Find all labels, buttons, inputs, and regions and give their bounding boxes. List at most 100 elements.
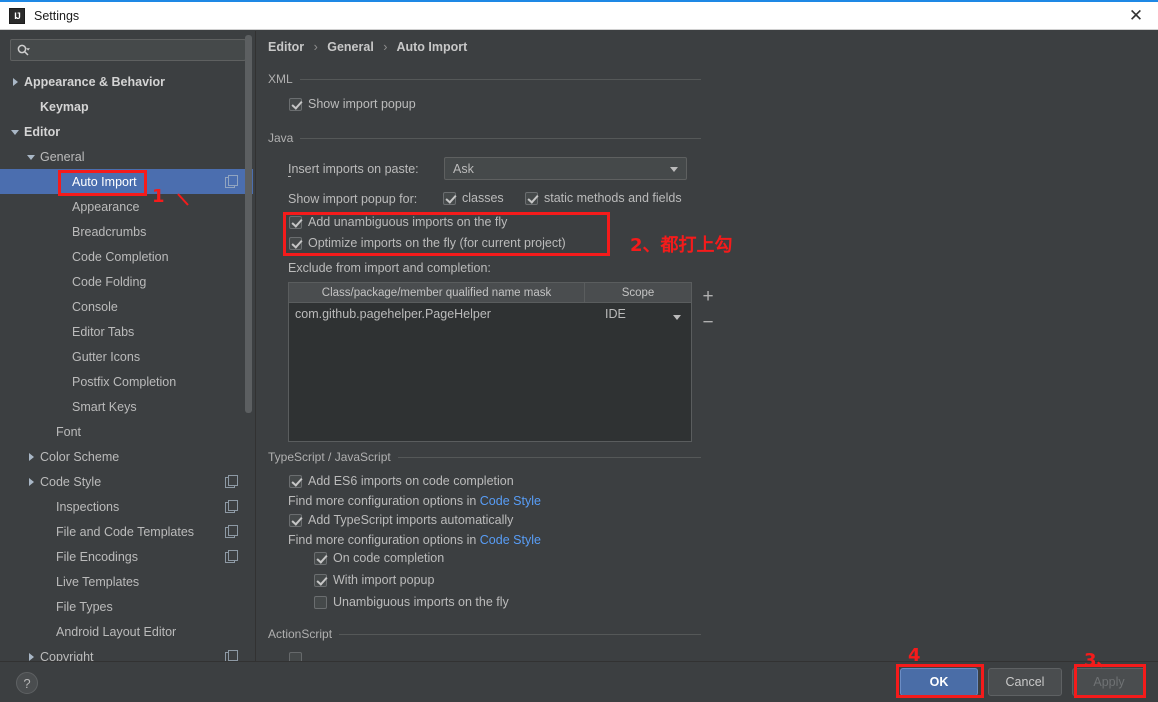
table-cell-scope-value: IDE [605, 307, 626, 321]
copy-settings-icon[interactable] [225, 525, 238, 538]
sidebar-item-file-types[interactable]: File Types [0, 594, 253, 619]
table-cell-scope[interactable]: IDE [585, 307, 691, 321]
table-header-scope[interactable]: Scope [585, 283, 691, 302]
chevron-down-icon[interactable] [10, 126, 22, 138]
ts-group-header: TypeScript / JavaScript [268, 450, 701, 464]
sidebar-item-file-encodings[interactable]: File Encodings [0, 544, 253, 569]
sidebar-item-label: Editor Tabs [72, 324, 135, 339]
sidebar-item-breadcrumbs[interactable]: Breadcrumbs [0, 219, 253, 244]
code-style-link-2[interactable]: Code Style [480, 533, 541, 547]
sidebar-item-appearance-behavior[interactable]: Appearance & Behavior [0, 69, 253, 94]
copy-settings-icon[interactable] [225, 550, 238, 563]
insert-imports-value: Ask [453, 161, 474, 176]
sidebar-item-label: Color Scheme [40, 449, 120, 464]
actionscript-group-title: ActionScript [268, 627, 333, 641]
remove-row-button[interactable]: − [698, 310, 718, 336]
breadcrumb-auto-import[interactable]: Auto Import [396, 40, 467, 54]
breadcrumb-general[interactable]: General [327, 40, 374, 54]
xml-group-rule [299, 78, 701, 80]
sidebar-item-code-completion[interactable]: Code Completion [0, 244, 253, 269]
table-buttons: + − [698, 284, 720, 336]
checkbox-icon [314, 595, 327, 609]
ok-button[interactable]: OK [900, 668, 978, 696]
sidebar-item-label: Android Layout Editor [56, 624, 177, 639]
chevron-right-icon[interactable] [26, 651, 38, 662]
chevron-down-icon[interactable] [673, 315, 681, 320]
exclude-table[interactable]: Class/package/member qualified name mask… [288, 282, 692, 442]
add-row-button[interactable]: + [698, 284, 718, 310]
breadcrumb: Editor › General › Auto Import [268, 40, 467, 54]
breadcrumb-separator-1: › [313, 40, 318, 54]
insert-imports-combobox[interactable]: Ask [444, 157, 687, 180]
table-cell-mask[interactable]: com.github.pagehelper.PageHelper [289, 307, 585, 321]
checkbox-icon [314, 551, 327, 565]
sidebar-item-gutter-icons[interactable]: Gutter Icons [0, 344, 253, 369]
sidebar-item-postfix-completion[interactable]: Postfix Completion [0, 369, 253, 394]
search-input[interactable] [35, 43, 225, 57]
sidebar-item-label: Smart Keys [72, 399, 137, 414]
chevron-right-icon[interactable] [10, 76, 22, 88]
table-body[interactable]: com.github.pagehelper.PageHelper IDE [289, 303, 691, 441]
sidebar-item-console[interactable]: Console [0, 294, 253, 319]
sidebar-item-font[interactable]: Font [0, 419, 253, 444]
sidebar-item-general[interactable]: General [0, 144, 253, 169]
copy-settings-icon[interactable] [225, 475, 238, 488]
unambiguous-imports-fly-checkbox[interactable]: Unambiguous imports on the fly [314, 595, 509, 609]
table-header-row: Class/package/member qualified name mask… [289, 283, 691, 303]
add-es6-imports-checkbox[interactable]: Add ES6 imports on code completion [289, 474, 514, 488]
add-es6-imports-label: Add ES6 imports on code completion [308, 474, 514, 488]
close-icon[interactable]: ✕ [1114, 2, 1158, 30]
sidebar-item-appearance[interactable]: Appearance [0, 194, 253, 219]
code-style-link-1[interactable]: Code Style [480, 494, 541, 508]
optimize-imports-checkbox[interactable]: Optimize imports on the fly (for current… [289, 236, 566, 250]
chevron-right-icon[interactable] [26, 451, 38, 463]
insert-imports-label-text: nsert imports on paste: [291, 162, 419, 176]
sidebar-item-live-templates[interactable]: Live Templates [0, 569, 253, 594]
checkbox-icon [443, 191, 456, 205]
copy-settings-icon[interactable] [225, 650, 238, 661]
breadcrumb-editor[interactable]: Editor [268, 40, 304, 54]
add-typescript-imports-label: Add TypeScript imports automatically [308, 513, 514, 527]
chevron-down-icon[interactable] [26, 151, 38, 163]
copy-settings-icon[interactable] [225, 500, 238, 513]
sidebar-item-keymap[interactable]: Keymap [0, 94, 253, 119]
sidebar-item-editor[interactable]: Editor [0, 119, 253, 144]
on-code-completion-checkbox[interactable]: On code completion [314, 551, 444, 565]
with-import-popup-checkbox[interactable]: With import popup [314, 573, 434, 587]
java-group-header: Java [268, 131, 701, 145]
table-row[interactable]: com.github.pagehelper.PageHelper IDE [289, 303, 691, 325]
add-typescript-imports-checkbox[interactable]: Add TypeScript imports automatically [289, 513, 513, 527]
sidebar-item-code-folding[interactable]: Code Folding [0, 269, 253, 294]
add-unambiguous-imports-checkbox[interactable]: Add unambiguous imports on the fly [289, 215, 507, 229]
sidebar-item-smart-keys[interactable]: Smart Keys [0, 394, 253, 419]
on-code-completion-label: On code completion [333, 551, 445, 565]
sidebar-item-code-style[interactable]: Code Style [0, 469, 253, 494]
sidebar-item-editor-tabs[interactable]: Editor Tabs [0, 319, 253, 344]
help-button[interactable]: ? [16, 672, 38, 694]
static-methods-checkbox[interactable]: static methods and fields [525, 191, 682, 205]
sidebar-item-copyright[interactable]: Copyright [0, 644, 253, 661]
table-header-mask[interactable]: Class/package/member qualified name mask [289, 283, 585, 302]
sidebar-item-label: Keymap [40, 99, 89, 114]
window-title: Settings [34, 8, 80, 23]
title-bar: IJ Settings ✕ [0, 2, 1158, 30]
apply-button: Apply [1072, 668, 1146, 696]
show-import-popup-checkbox[interactable]: Show import popup [289, 97, 416, 111]
search-box[interactable] [10, 39, 246, 61]
chevron-right-icon[interactable] [26, 476, 38, 488]
settings-dialog: IJ Settings ✕ Appearance & Behavior Keyma… [0, 0, 1158, 702]
sidebar-item-android-layout-editor[interactable]: Android Layout Editor [0, 619, 253, 644]
cancel-button[interactable]: Cancel [988, 668, 1062, 696]
sidebar-scrollbar[interactable] [245, 35, 252, 413]
sidebar-item-color-scheme[interactable]: Color Scheme [0, 444, 253, 469]
classes-checkbox[interactable]: classes [443, 191, 504, 205]
sidebar-item-file-and-code-templates[interactable]: File and Code Templates [0, 519, 253, 544]
sidebar-item-label: General [40, 149, 85, 164]
sidebar-item-inspections[interactable]: Inspections [0, 494, 253, 519]
copy-settings-icon[interactable] [225, 175, 238, 188]
sidebar-item-auto-import[interactable]: Auto Import [0, 169, 253, 194]
settings-tree[interactable]: Appearance & Behavior Keymap Editor General… [0, 69, 253, 661]
